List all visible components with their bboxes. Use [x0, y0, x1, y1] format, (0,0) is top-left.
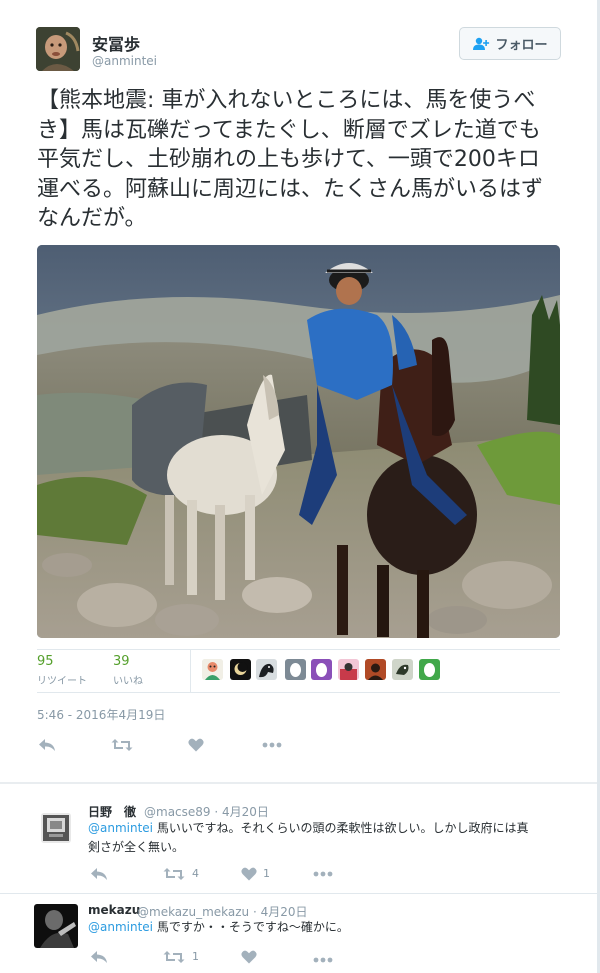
liker-avatar-6[interactable]: [338, 659, 359, 680]
default-egg-avatar[interactable]: [285, 659, 306, 680]
reply-date[interactable]: 4月20日: [222, 805, 269, 819]
default-egg-avatar[interactable]: [311, 659, 332, 680]
reply-icon[interactable]: [88, 866, 110, 882]
like-icon[interactable]: [238, 866, 260, 882]
reply-display-name[interactable]: 日野 徹: [88, 803, 136, 820]
reply-mention[interactable]: @anmintei: [88, 920, 153, 934]
liker-avatar-8[interactable]: [392, 659, 413, 680]
stats-bottom-divider: [37, 692, 560, 693]
like-count-label[interactable]: いいね: [113, 672, 143, 687]
author-display-name[interactable]: 安冨歩: [92, 31, 140, 55]
default-egg-avatar[interactable]: [419, 659, 440, 680]
reply-icon[interactable]: [88, 949, 110, 965]
tweet-text: 【熊本地震: 車が入れないところには、馬を使うべき】馬は瓦礫だってまたぐし、断層…: [37, 88, 544, 231]
reply-like-count[interactable]: 1: [263, 867, 270, 880]
reply-icon[interactable]: [36, 737, 58, 753]
replies-section-divider: [0, 782, 597, 784]
reply-text-line2: 剣さが全く無い。: [88, 840, 185, 854]
retweet-icon[interactable]: [111, 737, 133, 753]
more-icon[interactable]: [261, 737, 283, 753]
follow-button[interactable]: フォロー: [459, 27, 561, 60]
liker-avatar-7[interactable]: [365, 659, 386, 680]
tweet-photo[interactable]: [37, 245, 560, 638]
like-icon[interactable]: [185, 737, 207, 753]
retweet-icon[interactable]: [163, 949, 185, 965]
reply-text: @anmintei 馬ですか・・そうですね〜確かに。: [88, 918, 568, 937]
reply-avatar[interactable]: [34, 904, 78, 948]
stats-top-divider: [37, 649, 560, 650]
reply-retweet-count[interactable]: 4: [192, 867, 199, 880]
reply-mention[interactable]: @anmintei: [88, 821, 153, 835]
reply-handle[interactable]: @mekazu_mekazu: [137, 905, 249, 919]
liker-avatar-2[interactable]: [230, 659, 251, 680]
liker-avatar-3[interactable]: [256, 659, 277, 680]
reply-text: @anmintei 馬いいですね。それくらいの頭の柔軟性は欲しい。しかし政府には…: [88, 819, 568, 857]
reply-meta[interactable]: @macse89 · 4月20日: [144, 803, 269, 820]
retweet-count[interactable]: 95: [37, 654, 54, 669]
reply-retweet-count[interactable]: 1: [192, 950, 199, 963]
reply-text-line1: 馬ですか・・そうですね〜確かに。: [153, 920, 349, 934]
reply-text-line1: 馬いいですね。それくらいの頭の柔軟性は欲しい。しかし政府には真: [153, 821, 529, 835]
author-handle[interactable]: @anmintei: [92, 54, 157, 68]
follow-button-label: フォロー: [495, 38, 548, 53]
author-avatar[interactable]: [36, 27, 80, 71]
like-count[interactable]: 39: [113, 654, 130, 669]
reply-handle[interactable]: @macse89: [144, 805, 211, 819]
retweet-count-label[interactable]: リツイート: [37, 672, 87, 687]
reply-dot: ·: [214, 805, 219, 819]
retweet-icon[interactable]: [163, 866, 185, 882]
tweet-timestamp[interactable]: 5:46 - 2016年4月19日: [37, 706, 165, 723]
reply-avatar[interactable]: [41, 813, 71, 843]
more-icon[interactable]: [312, 952, 334, 968]
liker-avatar-1[interactable]: [202, 659, 223, 680]
more-icon[interactable]: [312, 866, 334, 882]
add-user-icon: [473, 37, 490, 50]
reply-date[interactable]: 4月20日: [261, 905, 308, 919]
reply-dot: ·: [252, 905, 257, 919]
reply-display-name[interactable]: mekazu: [88, 903, 140, 917]
like-icon[interactable]: [238, 949, 260, 965]
reply-divider: [0, 893, 597, 894]
stats-vertical-divider: [190, 650, 191, 692]
